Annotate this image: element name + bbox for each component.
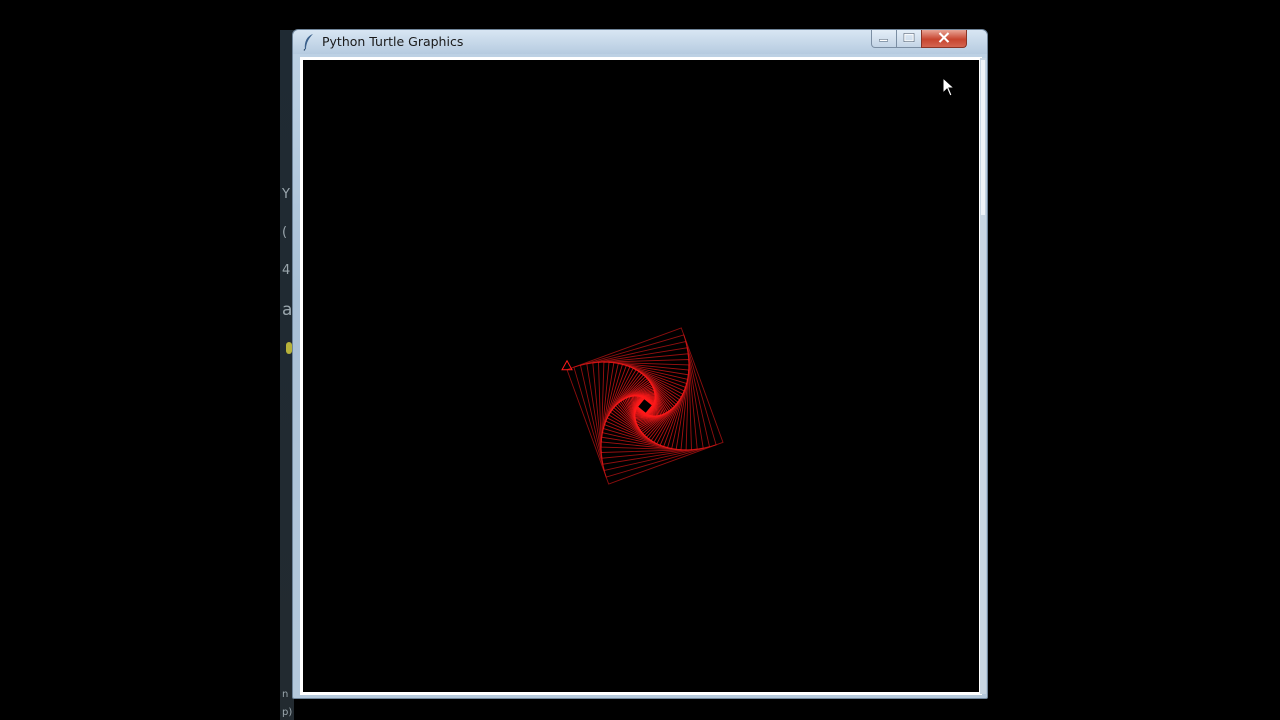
background-app-text: Y [282,187,290,202]
spiral-square [573,334,717,478]
window-title: Python Turtle Graphics [322,34,464,49]
spiral-square [606,367,684,445]
background-app-text: 4 [282,263,291,278]
close-button[interactable] [921,30,967,48]
feather-icon [303,34,313,51]
background-app-text: ( [282,225,288,240]
spiral-square [605,366,685,446]
minimize-icon [879,39,888,42]
turtle-window[interactable]: Python Turtle Graphics [292,29,988,699]
scrollbar-thumb[interactable] [981,60,985,215]
spiral-lines [566,327,724,485]
background-app-text: p) [282,707,293,718]
canvas-frame [300,57,982,695]
maximize-button[interactable] [896,30,922,48]
background-app-text: a [282,300,293,320]
spiral-square [613,374,677,438]
spiral-square [604,365,686,447]
spiral-square [566,327,724,485]
spiral-square [609,370,681,442]
title-bar[interactable]: Python Turtle Graphics [293,30,987,54]
left-letterbox [0,0,280,720]
minimize-button[interactable] [871,30,897,48]
close-icon [938,32,950,43]
maximize-icon [903,32,915,43]
turtle-canvas[interactable] [303,60,979,692]
spiral-square [586,347,704,465]
right-letterbox [1000,0,1280,720]
spiral-drawing [561,327,724,485]
background-app-text: n [282,689,289,700]
mouse-pointer-icon [942,77,956,97]
